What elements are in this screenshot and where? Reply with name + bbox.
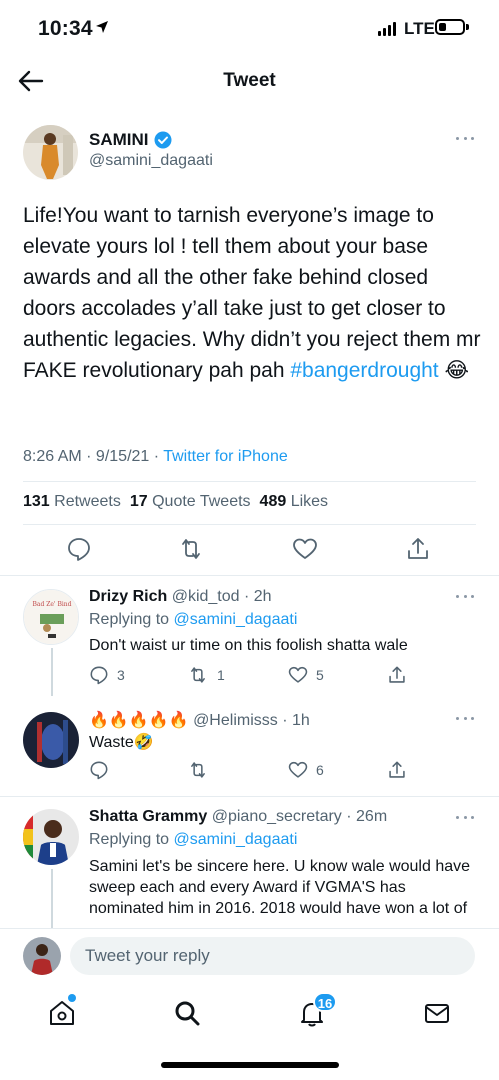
reply-icon [90,761,108,780]
reply-retweet-action[interactable]: 1 [187,665,225,685]
home-icon[interactable] [47,998,77,1028]
share-icon[interactable] [387,760,407,780]
tweet-source-link[interactable]: Twitter for iPhone [163,448,288,465]
home-indicator [161,1062,339,1068]
status-time: 10:34 [38,17,93,40]
author-name-row: SAMINI [89,130,172,150]
share-icon[interactable] [405,536,431,562]
tweet-timestamp: 8:26 AM · 9/15/21 · [23,448,164,465]
retweet-icon[interactable] [178,536,204,562]
reply-handle-time: @kid_tod · 2h [171,588,272,605]
tweet-stats: 131 Retweets 17 Quote Tweets 489 Likes [23,493,328,511]
replying-to: Replying to @samini_dagaati [89,831,298,848]
reply-avatar[interactable]: Bad Ze' Bind [23,589,79,645]
my-avatar[interactable] [23,937,61,975]
reply-composer: Tweet your reply [0,928,499,982]
reply-icon[interactable] [66,536,92,562]
divider [23,481,476,482]
battery-cap [466,24,469,30]
reply-author-name[interactable]: Shatta Grammy [89,808,207,825]
tweet-actions [0,536,499,566]
quote-tweets-stat[interactable]: 17 Quote Tweets [130,493,251,511]
like-heart-icon[interactable] [292,536,318,562]
verified-badge-icon [154,131,171,149]
reply-handle-time: @Helimisss · 1h [193,712,310,729]
reply-like-action[interactable]: 6 [288,760,324,780]
reply-item[interactable]: 🔥🔥🔥🔥🔥 @Helimisss · 1h Waste🤣 6 [0,696,499,796]
replying-to-link[interactable]: @samini_dagaati [174,831,298,848]
notifications-badge: 16 [313,992,337,1012]
hashtag-link[interactable]: #bangerdrought [290,359,438,382]
reply-author-name[interactable]: 🔥🔥🔥🔥🔥 [89,712,189,729]
divider [23,524,476,525]
reply-item[interactable]: Bad Ze' Bind Drizy Rich @kid_tod · 2h Re… [0,576,499,696]
share-icon[interactable] [387,665,407,685]
reply-reply-action[interactable]: 3 [89,665,125,685]
reply-avatar[interactable] [23,809,79,865]
signal-strength-icon [378,22,396,36]
thread-connector [51,648,53,696]
retweet-icon [191,762,205,778]
reply-input[interactable]: Tweet your reply [70,937,475,975]
retweet-icon [191,667,205,683]
reply-retweet-action[interactable] [187,760,217,780]
home-unread-dot [68,994,76,1002]
more-options-icon[interactable] [456,137,474,143]
more-options-icon[interactable] [456,595,474,601]
search-icon[interactable] [172,998,202,1028]
battery-icon [435,19,465,35]
reply-avatar[interactable] [23,712,79,768]
reply-actions: 3 1 5 [89,665,419,687]
network-type: LTE [404,19,435,38]
author-handle: @samini_dagaati [89,152,213,169]
tweet-text: Life!You want to tarnish everyone’s imag… [23,200,485,386]
thread-connector [51,869,53,928]
page-title: Tweet [223,70,276,91]
reply-reply-action[interactable] [89,760,117,780]
reply-item[interactable]: Shatta Grammy @piano_secretary · 26m Rep… [0,797,499,928]
reply-actions: 6 [89,760,419,782]
retweets-stat[interactable]: 131 Retweets [23,493,121,511]
nav-bar: Tweet [0,58,499,106]
tweet-author: SAMINI @samini_dagaati [0,120,499,190]
tweet-body: Life!You want to tarnish everyone’s imag… [23,204,481,382]
reply-author: Shatta Grammy @piano_secretary · 26m [89,808,387,826]
reply-handle-time: @piano_secretary · 26m [211,808,388,825]
reply-text: Don't waist ur time on this foolish shat… [89,637,408,654]
reply-author-name[interactable]: Drizy Rich [89,588,167,605]
reply-icon [90,666,108,685]
status-bar: 10:34 LTE [0,0,499,56]
svg-text:Bad Ze' Bind: Bad Ze' Bind [32,601,71,608]
more-options-icon[interactable] [456,717,474,723]
laughing-emoji: 😂 [444,359,470,382]
replying-to: Replying to @samini_dagaati [89,611,298,628]
messages-envelope-icon[interactable] [422,998,452,1028]
reply-text: Waste🤣 [89,734,154,751]
replying-to-link[interactable]: @samini_dagaati [174,611,298,628]
like-heart-icon [288,666,308,683]
like-heart-icon [288,761,308,778]
reply-text: Samini let's be sincere here. U know wal… [89,858,471,917]
likes-stat[interactable]: 489 Likes [260,493,329,511]
author-name: SAMINI [89,130,149,149]
reply-like-action[interactable]: 5 [288,665,324,685]
reply-author: 🔥🔥🔥🔥🔥 @Helimisss · 1h [89,710,310,730]
location-arrow-icon [96,21,108,33]
more-options-icon[interactable] [456,816,474,822]
reply-author: Drizy Rich @kid_tod · 2h [89,588,272,606]
tweet-meta: 8:26 AM · 9/15/21 · Twitter for iPhone [23,448,288,466]
author-avatar[interactable] [23,125,78,180]
